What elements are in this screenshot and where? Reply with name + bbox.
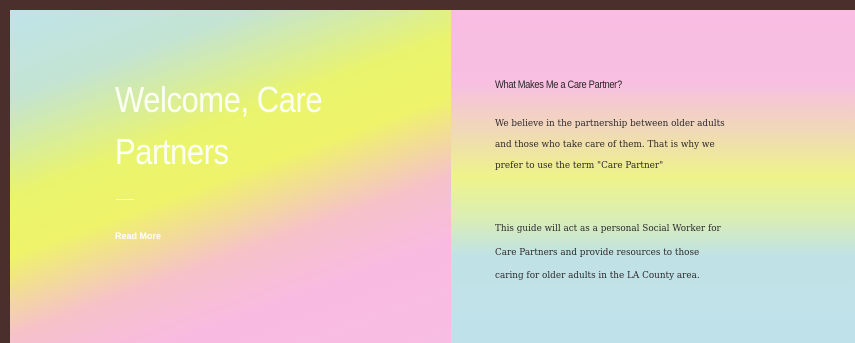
welcome-panel: Welcome, Care Partners Read More [10,10,451,343]
title-divider [116,199,134,200]
guide-paragraph: This guide will act as a personal Social… [495,223,721,281]
care-partner-info-panel: What Makes Me a Care Partner? We believe… [451,10,855,343]
read-more-link[interactable]: Read More [115,231,161,241]
page-frame: Welcome, Care Partners Read More What Ma… [10,10,855,343]
welcome-title: Welcome, Care Partners [115,79,323,172]
section-heading: What Makes Me a Care Partner? [495,79,622,91]
partnership-paragraph: We believe in the partnership between ol… [495,118,725,171]
